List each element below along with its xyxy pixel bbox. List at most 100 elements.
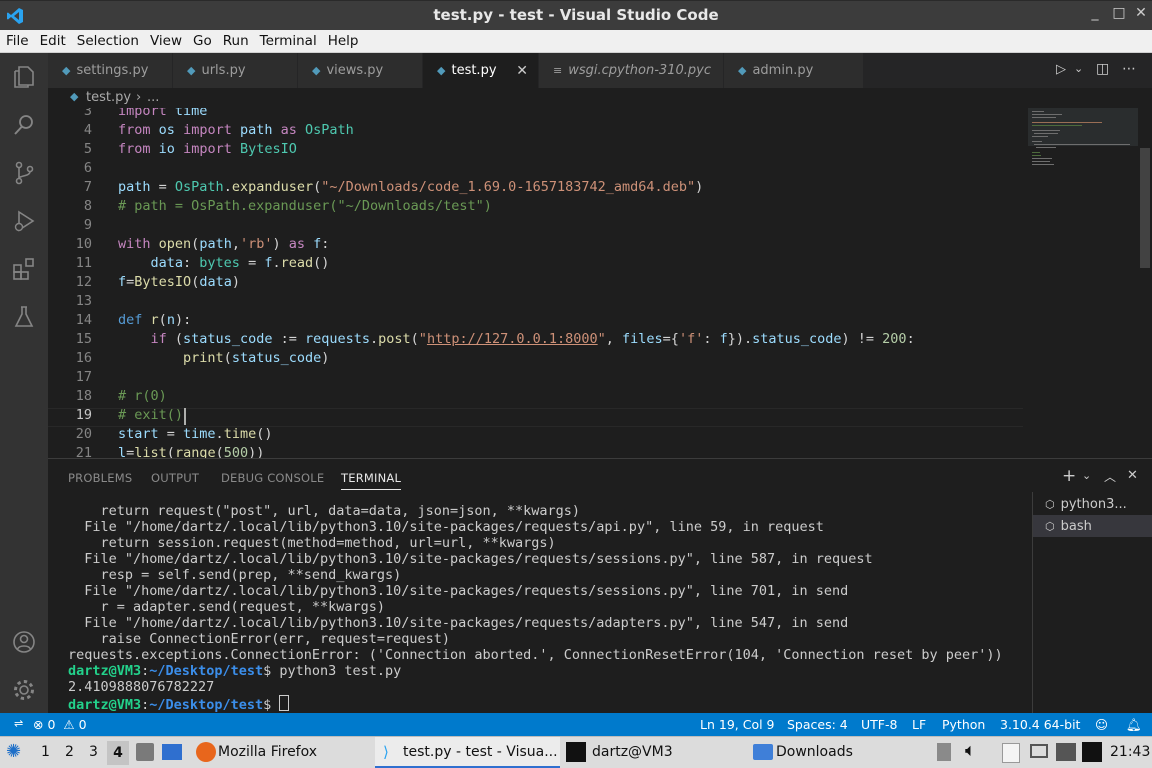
clipboard-icon[interactable] <box>937 743 951 761</box>
tab-views-py[interactable]: ◆ views.py <box>298 53 423 88</box>
taskbar-app-terminal[interactable]: dartz@VM3 <box>592 744 673 760</box>
display-icon[interactable] <box>1030 744 1048 758</box>
run-file-icon[interactable]: ▷ <box>1056 62 1066 77</box>
os-menu-icon[interactable]: ✺ <box>6 741 21 762</box>
menu-view[interactable]: View <box>144 31 187 49</box>
menu-bar: File Edit Selection View Go Run Terminal Help <box>0 30 1152 53</box>
code-line: from io import BytesIO <box>118 141 297 157</box>
menu-help[interactable]: Help <box>322 31 364 49</box>
breadcrumb-file[interactable]: test.py <box>86 90 131 105</box>
breadcrumb-rest[interactable]: ... <box>147 90 159 105</box>
menu-go[interactable]: Go <box>187 31 217 49</box>
panel-tab-terminal[interactable]: TERMINAL <box>341 471 402 490</box>
desktop-icon[interactable] <box>162 744 182 760</box>
volume-icon[interactable]: 🔈︎ <box>965 740 976 761</box>
close-panel-icon[interactable]: ✕ <box>1127 468 1138 483</box>
prompt-path: ~/Desktop/test <box>149 663 264 679</box>
workspace-4-active[interactable]: 4 <box>107 741 129 765</box>
line-number: 11 <box>75 255 92 271</box>
line-number: 17 <box>75 369 92 385</box>
activity-bar <box>0 53 48 713</box>
tab-urls-py[interactable]: ◆ urls.py <box>173 53 298 88</box>
terminal-item-bash[interactable]: ⬡ bash <box>1033 515 1152 537</box>
firefox-icon[interactable] <box>196 742 216 762</box>
taskbar-app-downloads[interactable]: Downloads <box>776 744 853 760</box>
tab-test-py[interactable]: ◆ test.py ✕ <box>423 53 539 88</box>
minimize-icon[interactable]: _ <box>1084 5 1106 21</box>
menu-run[interactable]: Run <box>217 31 254 49</box>
file-manager-icon[interactable] <box>136 743 154 761</box>
run-dropdown-chevron-icon[interactable]: ⌄ <box>1074 62 1083 75</box>
code-line: # r(0) <box>118 388 167 404</box>
taskbar-app-firefox[interactable]: Mozilla Firefox <box>218 744 317 760</box>
minimap[interactable] <box>1028 108 1138 458</box>
line-number: 21 <box>75 445 92 458</box>
run-debug-icon[interactable] <box>0 197 48 245</box>
notifications-bell-icon[interactable]: 🔔︎ <box>1126 717 1142 733</box>
notes-icon[interactable] <box>1002 743 1020 763</box>
terminal-dropdown-chevron-icon[interactable]: ⌄ <box>1082 469 1091 482</box>
search-icon[interactable] <box>0 101 48 149</box>
problems-indicator[interactable]: ⊗ 0 ⚠ 0 <box>33 717 87 732</box>
panel-tab-output[interactable]: OUTPUT <box>151 471 199 485</box>
editor-scrollbar[interactable] <box>1138 108 1152 458</box>
cursor-position[interactable]: Ln 19, Col 9 <box>700 717 775 732</box>
tab-admin-py[interactable]: ◆ admin.py <box>724 53 864 88</box>
panel-tab-problems[interactable]: PROBLEMS <box>68 471 132 485</box>
terminal-output[interactable]: return request("post", url, data=data, j… <box>68 503 1028 713</box>
menu-terminal[interactable]: Terminal <box>254 31 322 49</box>
extensions-icon[interactable] <box>0 245 48 293</box>
terminal-item-python[interactable]: ⬡ python3... <box>1033 493 1152 515</box>
more-actions-icon[interactable]: ⋯ <box>1122 61 1136 77</box>
workspace-2[interactable]: 2 <box>65 744 74 760</box>
explorer-icon[interactable] <box>0 53 48 101</box>
code-line: l=list(range(500)) <box>118 445 265 458</box>
close-tab-icon[interactable]: ✕ <box>516 63 528 79</box>
text-cursor <box>184 408 186 425</box>
menu-selection[interactable]: Selection <box>71 31 144 49</box>
prompt-command: python3 test.py <box>271 663 402 679</box>
terminal-line: File "/home/dartz/.local/lib/python3.10/… <box>68 583 849 599</box>
testing-flask-icon[interactable] <box>0 293 48 341</box>
settings-gear-icon[interactable] <box>0 666 48 714</box>
remote-icon[interactable]: ⇌ <box>14 717 23 730</box>
code-line: data: bytes = f.read() <box>150 255 330 271</box>
scrollbar-thumb[interactable] <box>1140 148 1150 268</box>
indentation[interactable]: Spaces: 4 <box>787 717 848 732</box>
language-mode[interactable]: Python <box>942 717 985 732</box>
code-editor[interactable]: 3 4 5 6 7 8 9 10 11 12 13 14 15 16 17 18… <box>48 108 1138 458</box>
tab-wsgi-pyc[interactable]: ≡ wsgi.cpython-310.pyc <box>539 53 724 88</box>
workspace-1[interactable]: 1 <box>41 744 50 760</box>
line-number: 10 <box>75 236 92 252</box>
source-control-icon[interactable] <box>0 149 48 197</box>
menu-edit[interactable]: Edit <box>34 31 71 49</box>
close-window-icon[interactable]: ✕ <box>1130 5 1152 21</box>
tab-settings-py[interactable]: ◆ settings.py <box>48 53 173 88</box>
clock: 21:43 <box>1110 744 1151 760</box>
terminal-line: raise ConnectionError(err, request=reque… <box>68 631 451 647</box>
taskbar-app-vscode-active[interactable]: ⟩ test.py - test - Visua... <box>375 737 560 768</box>
code-line: f=BytesIO(data) <box>118 274 240 290</box>
code-line: from os import path as OsPath <box>118 122 354 138</box>
new-terminal-plus-icon[interactable]: + <box>1062 466 1076 486</box>
window-title: test.py - test - Visual Studio Code <box>433 6 719 24</box>
terminal-line: r = adapter.send(request, **kwargs) <box>68 599 385 615</box>
line-number: 6 <box>83 160 92 176</box>
python-interpreter[interactable]: 3.10.4 64-bit <box>1000 717 1080 732</box>
encoding[interactable]: UTF-8 <box>861 717 897 732</box>
system-monitor-icon[interactable] <box>1082 742 1102 762</box>
maximize-panel-icon[interactable]: ︿ <box>1104 468 1116 485</box>
folder-icon[interactable] <box>753 744 773 760</box>
terminal-icon: ⬡ <box>1045 497 1055 511</box>
panel-tab-debug-console[interactable]: DEBUG CONSOLE <box>221 471 324 485</box>
network-icon[interactable] <box>1056 743 1076 761</box>
menu-file[interactable]: File <box>0 31 34 49</box>
account-icon[interactable] <box>0 618 48 666</box>
end-of-line[interactable]: LF <box>912 717 926 732</box>
terminal-app-icon[interactable] <box>566 742 586 762</box>
split-editor-icon[interactable]: ◫ <box>1096 61 1109 77</box>
maximize-icon[interactable]: □ <box>1108 5 1130 21</box>
workspace-3[interactable]: 3 <box>89 744 98 760</box>
feedback-icon[interactable]: ☺ <box>1095 717 1108 732</box>
code-line-current: # exit() <box>118 407 184 423</box>
